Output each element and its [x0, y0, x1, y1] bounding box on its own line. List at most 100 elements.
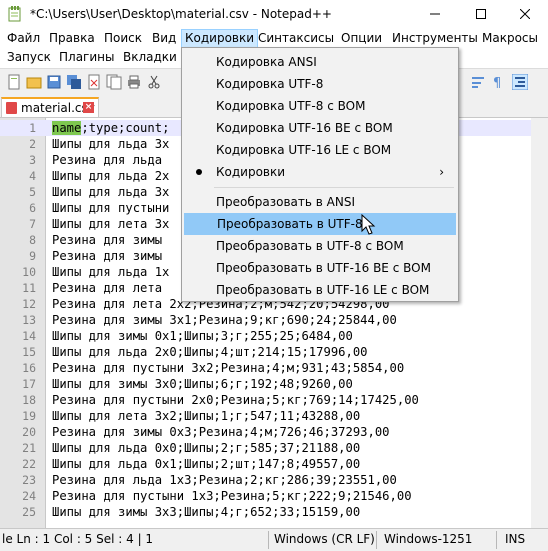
menu-view[interactable]: Вид	[149, 29, 179, 48]
line-text: Шипы для пустыни	[52, 201, 170, 215]
line-text: Шипы для зимы 0x1;Шипы;3;г;255;25;6484,0…	[52, 329, 353, 343]
line-text-rest: ;type;count;	[81, 121, 170, 135]
line-number: 6	[29, 201, 36, 215]
menu-item-convert-utf16le[interactable]: Преобразовать в UTF-16 LE с BOM	[184, 279, 456, 301]
line-number: 7	[29, 217, 36, 231]
editor-line[interactable]: 14 Шипы для зимы 0x1;Шипы;3;г;255;25;6484…	[0, 328, 548, 344]
menu-edit[interactable]: Правка	[46, 29, 98, 48]
line-number: 15	[22, 345, 36, 359]
status-bar: le Ln : 1 Col : 5 Sel : 4 | 1 Windows (C…	[0, 528, 548, 551]
editor-line[interactable]: 13 Резина для зимы 3x1;Резина;9;кг;690;24…	[0, 312, 548, 328]
tab-close-icon[interactable]: ×	[83, 102, 94, 113]
mouse-pointer-icon	[361, 214, 376, 235]
line-text: Резина для зимы 0x3;Резина;4;м;726;46;37…	[52, 425, 390, 439]
show-all-chars-icon[interactable]: ¶	[490, 74, 506, 90]
line-text: Шипы для лета 3x	[52, 217, 170, 231]
encoding-menu: Кодировка ANSI Кодировка UTF-8 Кодировка…	[181, 47, 459, 302]
editor-line[interactable]: 18 Резина для пустыни 2x0;Резина;5;кг;769…	[0, 392, 548, 408]
selected-word-highlight: name	[52, 121, 82, 135]
menu-run[interactable]: Запуск	[4, 48, 54, 67]
menu-tools[interactable]: Инструменты	[389, 29, 481, 48]
save-icon[interactable]	[46, 74, 62, 90]
print-icon[interactable]	[126, 74, 142, 90]
line-text: Шипы для льда 0x1;Шипы;2;шт;147;8;49557,…	[52, 457, 361, 471]
file-tab[interactable]: material.csv ×	[1, 97, 99, 117]
line-text: Шипы для льда 0x0;Шипы;2;г;585;37;21188,…	[52, 441, 361, 455]
status-insert-mode[interactable]: INS	[505, 532, 525, 546]
close-file-icon[interactable]	[86, 74, 102, 90]
editor-line[interactable]: 17 Шипы для зимы 3x0;Шипы;6;г;192;48;9260…	[0, 376, 548, 392]
line-number: 21	[22, 441, 36, 455]
modified-file-icon	[6, 102, 17, 114]
editor-line[interactable]: 20 Резина для зимы 0x3;Резина;4;м;726;46;…	[0, 424, 548, 440]
line-text: Резина для лета	[52, 281, 170, 295]
status-eol[interactable]: Windows (CR LF)	[274, 532, 375, 546]
menu-macros[interactable]: Макросы	[479, 29, 541, 48]
line-text: Резина для льда 1x3;Резина;2;кг;286;39;2…	[52, 473, 397, 487]
editor-line[interactable]: 25 Шипы для зимы 3x3;Шипы;4;г;652;33;1515…	[0, 504, 548, 520]
cut-icon[interactable]	[146, 74, 162, 90]
maximize-icon	[476, 9, 486, 19]
menu-item-encoding-utf16be[interactable]: Кодировка UTF-16 BE с BOM	[184, 117, 456, 139]
editor-line[interactable]: 21 Шипы для льда 0x0;Шипы;2;г;585;37;2118…	[0, 440, 548, 456]
menu-item-convert-utf8-bom[interactable]: Преобразовать в UTF-8 с BOM	[184, 235, 456, 257]
menu-item-encoding-ansi[interactable]: Кодировка ANSI	[184, 51, 456, 73]
menu-options[interactable]: Опции	[338, 29, 385, 48]
menu-file[interactable]: Файл	[4, 29, 43, 48]
menu-syntax[interactable]: Синтаксисы	[255, 29, 337, 48]
menu-search[interactable]: Поиск	[101, 29, 145, 48]
line-number: 4	[29, 169, 36, 183]
line-text: Резина для пустыни 1x3;Резина;5;кг;222;9…	[52, 489, 412, 503]
line-number: 23	[22, 473, 36, 487]
line-text: Резина для пустыни 2x0;Резина;5;кг;769;1…	[52, 393, 419, 407]
minimize-icon	[430, 13, 440, 15]
minimize-button[interactable]	[412, 0, 458, 28]
line-text: Шипы для льда 3x	[52, 137, 170, 151]
menu-item-encoding-utf8-bom[interactable]: Кодировка UTF-8 с BOM	[184, 95, 456, 117]
line-text: Шипы для зимы 3x0;Шипы;6;г;192;48;9260,0…	[52, 377, 353, 391]
line-text: Шипы для лета 3x2;Шипы;1;г;547;11;43288,…	[52, 409, 361, 423]
menu-item-encoding-utf16le[interactable]: Кодировка UTF-16 LE с BOM	[184, 139, 456, 161]
editor-line[interactable]: 19 Шипы для лета 3x2;Шипы;1;г;547;11;4328…	[0, 408, 548, 424]
maximize-button[interactable]	[458, 0, 504, 28]
status-encoding[interactable]: Windows-1251	[384, 532, 472, 546]
close-button[interactable]	[502, 0, 548, 28]
open-file-icon[interactable]	[26, 74, 42, 90]
editor-line[interactable]: 23 Резина для льда 1x3;Резина;2;кг;286;39…	[0, 472, 548, 488]
editor-line[interactable]: 15 Шипы для льда 2x0;Шипы;4;шт;214;15;179…	[0, 344, 548, 360]
editor-line[interactable]: 24 Резина для пустыни 1x3;Резина;5;кг;222…	[0, 488, 548, 504]
line-text: Шипы для льда 2x	[52, 169, 170, 183]
menu-item-encodings-submenu[interactable]: Кодировки ›	[184, 161, 456, 183]
word-wrap-icon[interactable]	[470, 74, 486, 90]
menu-item-convert-ansi[interactable]: Преобразовать в ANSI	[184, 191, 456, 213]
menu-tabs[interactable]: Вкладки	[120, 48, 180, 67]
status-separator	[496, 531, 497, 549]
line-number: 17	[22, 377, 36, 391]
editor-line[interactable]: 22 Шипы для льда 0x1;Шипы;2;шт;147;8;4955…	[0, 456, 548, 472]
menu-bar: Файл Правка Поиск Вид Кодировки Синтакси…	[0, 29, 548, 48]
line-number: 1	[29, 121, 36, 135]
line-number: 14	[22, 329, 36, 343]
line-number: 13	[22, 313, 36, 327]
line-number: 12	[22, 297, 36, 311]
save-all-icon[interactable]	[66, 74, 82, 90]
line-number: 16	[22, 361, 36, 375]
editor-line[interactable]: 16 Резина для пустыни 3x2;Резина;4;м;931;…	[0, 360, 548, 376]
vertical-scrollbar[interactable]	[531, 118, 548, 528]
line-text: Резина для зимы	[52, 249, 170, 263]
menu-item-convert-utf16be[interactable]: Преобразовать в UTF-16 BE с BOM	[184, 257, 456, 279]
menu-item-convert-utf8[interactable]: Преобразовать в UTF-8	[184, 213, 456, 235]
menu-encoding[interactable]: Кодировки	[181, 29, 259, 48]
line-number: 9	[29, 249, 36, 263]
line-text: Резина для пустыни 3x2;Резина;4;м;931;43…	[52, 361, 405, 375]
line-number: 8	[29, 233, 36, 247]
menu-plugins[interactable]: Плагины	[56, 48, 117, 67]
indent-guide-icon[interactable]	[512, 74, 528, 90]
line-number: 22	[22, 457, 36, 471]
line-number: 25	[22, 505, 36, 519]
line-number: 18	[22, 393, 36, 407]
menu-item-encoding-utf8[interactable]: Кодировка UTF-8	[184, 73, 456, 95]
svg-text:¶: ¶	[493, 76, 501, 90]
new-file-icon[interactable]	[6, 74, 22, 90]
close-all-icon[interactable]	[106, 74, 122, 90]
